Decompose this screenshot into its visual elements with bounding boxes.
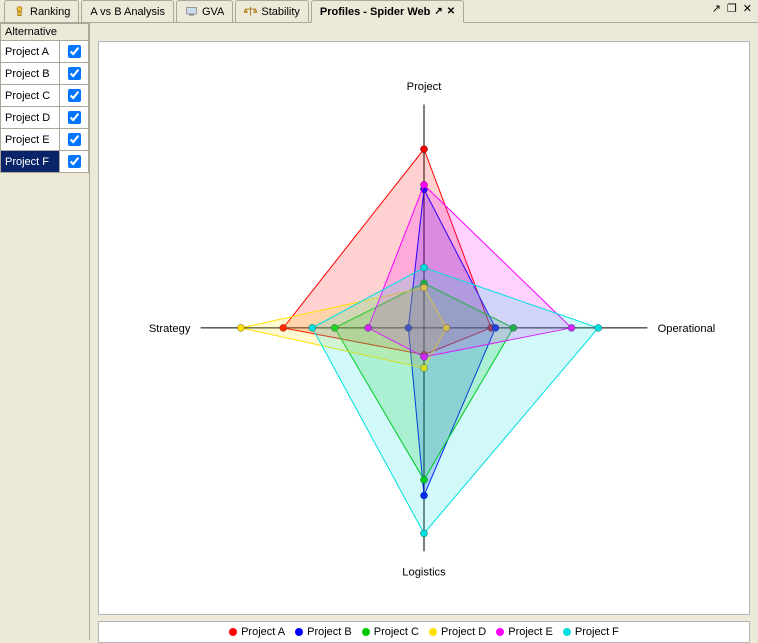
legend: Project A Project B Project C Project D Proj… bbox=[98, 621, 750, 643]
body: Alternative Project AProject BProject CP… bbox=[0, 23, 758, 640]
alternative-checkbox[interactable] bbox=[68, 45, 81, 58]
alternatives-table: Alternative Project AProject BProject CP… bbox=[0, 23, 89, 173]
axis-label-top: Project bbox=[407, 81, 443, 93]
table-row[interactable]: Project D bbox=[1, 107, 89, 129]
legend-swatch bbox=[496, 628, 504, 636]
legend-item[interactable]: Project B bbox=[295, 626, 352, 638]
alternative-checkbox-cell[interactable] bbox=[60, 129, 89, 151]
legend-swatch bbox=[295, 628, 303, 636]
legend-swatch bbox=[429, 628, 437, 636]
alternative-checkbox[interactable] bbox=[68, 67, 81, 80]
alternatives-header[interactable]: Alternative bbox=[1, 24, 89, 41]
alternative-checkbox-cell[interactable] bbox=[60, 85, 89, 107]
minimize-window-icon[interactable]: ❐ bbox=[725, 2, 739, 15]
alternative-checkbox[interactable] bbox=[68, 155, 81, 168]
tab-avb[interactable]: A vs B Analysis bbox=[81, 0, 174, 22]
scale-icon bbox=[244, 5, 257, 18]
legend-swatch bbox=[563, 628, 571, 636]
legend-label: Project E bbox=[508, 626, 553, 638]
alternative-checkbox[interactable] bbox=[68, 111, 81, 124]
window-controls: ↗ ❐ ✕ bbox=[710, 2, 754, 15]
legend-label: Project D bbox=[441, 626, 486, 638]
tab-label: Ranking bbox=[30, 6, 70, 18]
tab-stability[interactable]: Stability bbox=[235, 0, 309, 22]
table-row[interactable]: Project F bbox=[1, 151, 89, 173]
tab-label: A vs B Analysis bbox=[90, 6, 165, 18]
data-point bbox=[420, 181, 427, 188]
tab-gva[interactable]: GVA bbox=[176, 0, 233, 22]
chart-area: Project Operational Logistics Strategy Proj… bbox=[90, 23, 758, 640]
data-point bbox=[420, 146, 427, 153]
alternative-checkbox-cell[interactable] bbox=[60, 41, 89, 63]
spider-chart: Project Operational Logistics Strategy bbox=[98, 41, 750, 615]
alternative-checkbox-cell[interactable] bbox=[60, 107, 89, 129]
alternative-checkbox[interactable] bbox=[68, 89, 81, 102]
legend-item[interactable]: Project C bbox=[362, 626, 419, 638]
legend-item[interactable]: Project D bbox=[429, 626, 486, 638]
legend-item[interactable]: Project F bbox=[563, 626, 619, 638]
legend-label: Project B bbox=[307, 626, 352, 638]
table-row[interactable]: Project E bbox=[1, 129, 89, 151]
axis-label-left: Strategy bbox=[149, 323, 191, 335]
series-polygon bbox=[312, 268, 598, 534]
data-point bbox=[595, 324, 602, 331]
trophy-icon bbox=[13, 5, 26, 18]
app-window: Ranking A vs B Analysis GVA Stability Pr… bbox=[0, 0, 758, 639]
data-point bbox=[420, 264, 427, 271]
spider-svg: Project Operational Logistics Strategy bbox=[99, 42, 749, 614]
legend-swatch bbox=[229, 628, 237, 636]
sidebar: Alternative Project AProject BProject CP… bbox=[0, 23, 90, 640]
alternative-checkbox[interactable] bbox=[68, 133, 81, 146]
tab-label: Stability bbox=[261, 6, 300, 18]
detach-window-icon[interactable]: ↗ bbox=[710, 2, 723, 15]
legend-label: Project C bbox=[374, 626, 419, 638]
legend-label: Project A bbox=[241, 626, 285, 638]
legend-swatch bbox=[362, 628, 370, 636]
alternative-checkbox-cell[interactable] bbox=[60, 151, 89, 173]
axis-label-bottom: Logistics bbox=[402, 567, 446, 579]
axis-label-right: Operational bbox=[658, 323, 716, 335]
data-point bbox=[309, 324, 316, 331]
alternative-checkbox-cell[interactable] bbox=[60, 63, 89, 85]
legend-item[interactable]: Project E bbox=[496, 626, 553, 638]
tab-bar: Ranking A vs B Analysis GVA Stability Pr… bbox=[0, 0, 758, 23]
alternative-name[interactable]: Project B bbox=[1, 63, 60, 85]
table-row[interactable]: Project B bbox=[1, 63, 89, 85]
alternative-name[interactable]: Project C bbox=[1, 85, 60, 107]
tab-label: GVA bbox=[202, 6, 224, 18]
detach-icon[interactable]: ↗ bbox=[434, 6, 442, 17]
table-row[interactable]: Project A bbox=[1, 41, 89, 63]
alternative-name[interactable]: Project F bbox=[1, 151, 60, 173]
tab-profiles-spider[interactable]: Profiles - Spider Web ↗ ✕ bbox=[311, 0, 464, 23]
close-tab-icon[interactable]: ✕ bbox=[447, 6, 455, 17]
alternative-name[interactable]: Project A bbox=[1, 41, 60, 63]
tab-ranking[interactable]: Ranking bbox=[4, 0, 79, 22]
monitor-icon bbox=[185, 5, 198, 18]
data-point bbox=[237, 324, 244, 331]
table-row[interactable]: Project C bbox=[1, 85, 89, 107]
tab-label: Profiles - Spider Web bbox=[320, 6, 430, 18]
alternative-name[interactable]: Project D bbox=[1, 107, 60, 129]
legend-label: Project F bbox=[575, 626, 619, 638]
alternative-name[interactable]: Project E bbox=[1, 129, 60, 151]
data-point bbox=[420, 530, 427, 537]
legend-item[interactable]: Project A bbox=[229, 626, 285, 638]
close-window-icon[interactable]: ✕ bbox=[741, 2, 754, 15]
